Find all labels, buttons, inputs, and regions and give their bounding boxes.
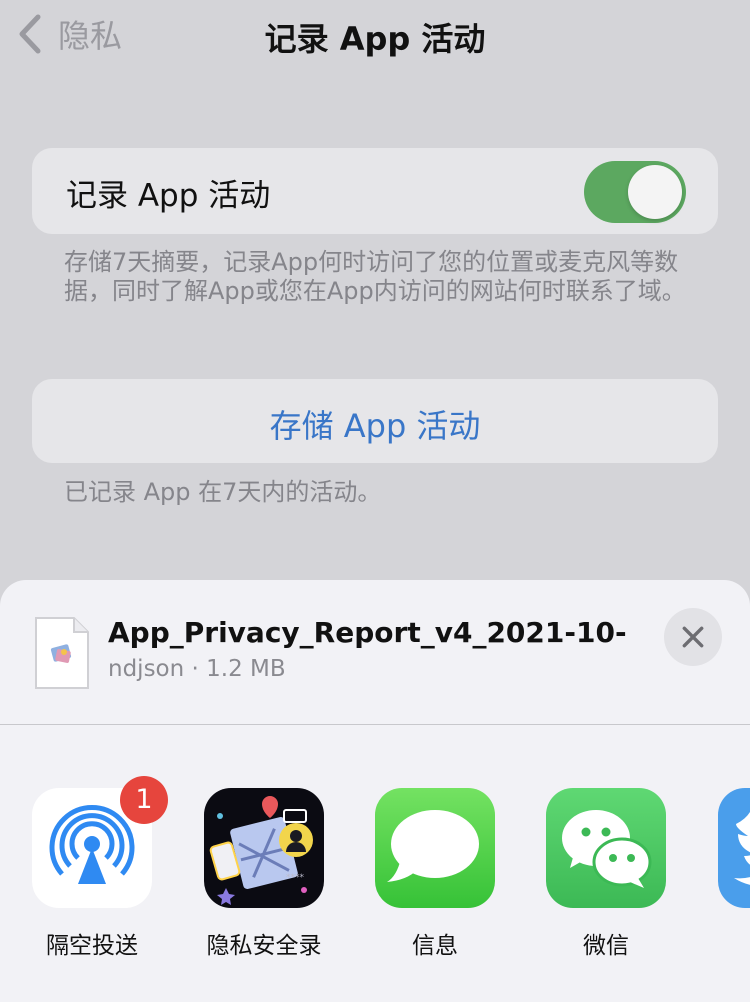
store-activity-row[interactable]: 存储 App 活动 — [32, 379, 718, 463]
share-app-label: 微信 — [583, 933, 629, 959]
switch-knob — [628, 165, 682, 219]
wechat-icon — [546, 788, 666, 908]
notification-badge: 1 — [120, 776, 168, 824]
page-title: 记录 App 活动 — [264, 20, 486, 58]
record-activity-switch[interactable] — [584, 161, 686, 223]
record-activity-description: 存储7天摘要，记录App何时访问了您的位置或麦克风等数据，同时了解App或您在A… — [64, 248, 686, 305]
nav-bar: 隐私 记录 App 活动 — [0, 0, 750, 70]
share-sheet: App_Privacy_Report_v4_2021-10-2... ndjso… — [0, 580, 750, 1002]
close-icon — [682, 626, 704, 648]
share-app-twitter[interactable] — [718, 788, 750, 918]
file-meta: ndjson · 1.2 MB — [108, 656, 286, 682]
divider — [0, 724, 750, 725]
file-icon — [35, 617, 89, 689]
svg-text:****: **** — [286, 873, 305, 883]
close-button[interactable] — [664, 608, 722, 666]
record-activity-label: 记录 App 活动 — [66, 178, 271, 214]
messages-icon — [375, 788, 495, 908]
share-app-label: 信息 — [412, 933, 458, 959]
recorded-activity-note: 已记录 App 在7天内的活动。 — [64, 478, 382, 506]
privacy-app-icon: **** — [204, 788, 324, 908]
share-app-label: 隐私安全录 — [206, 933, 322, 959]
file-name: App_Privacy_Report_v4_2021-10-2... — [108, 616, 628, 649]
share-app-label: 隔空投送 — [46, 933, 138, 959]
record-activity-row: 记录 App 活动 — [32, 148, 718, 234]
store-activity-button[interactable]: 存储 App 活动 — [32, 401, 718, 447]
twitter-icon — [718, 788, 750, 908]
